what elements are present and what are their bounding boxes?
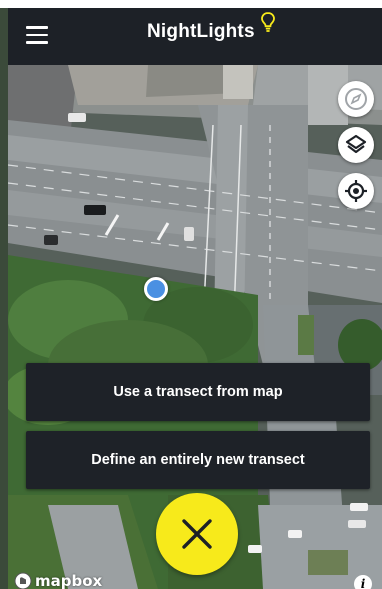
app-title: NightLights <box>147 21 255 42</box>
compass-button[interactable] <box>338 81 374 117</box>
app-frame: NightLights Use a transect from map Defi… <box>8 8 382 589</box>
define-new-transect-button[interactable]: Define an entirely new transect <box>26 431 370 489</box>
menu-icon-bar <box>26 41 48 44</box>
use-transect-from-map-button[interactable]: Use a transect from map <box>26 363 370 421</box>
mapbox-logo-text: mapbox <box>35 572 103 589</box>
compass-icon <box>345 88 367 110</box>
info-icon: i <box>360 577 366 589</box>
user-location-marker <box>144 277 168 301</box>
locate-button[interactable] <box>338 173 374 209</box>
menu-icon <box>26 26 48 29</box>
close-icon <box>182 519 212 549</box>
menu-button[interactable] <box>26 26 48 44</box>
menu-icon-bar <box>26 33 48 37</box>
map-view[interactable]: Use a transect from map Define an entire… <box>8 65 382 589</box>
info-button[interactable]: i <box>354 575 372 589</box>
mapbox-logo-icon <box>14 572 32 589</box>
layers-icon <box>345 134 367 154</box>
lightbulb-icon <box>261 12 275 32</box>
close-fab-button[interactable] <box>156 493 238 575</box>
locate-icon <box>345 180 367 202</box>
layers-button[interactable] <box>338 127 374 163</box>
mapbox-attribution[interactable]: mapbox <box>14 571 102 589</box>
app-bar: NightLights <box>8 8 382 65</box>
status-strip <box>0 0 382 8</box>
